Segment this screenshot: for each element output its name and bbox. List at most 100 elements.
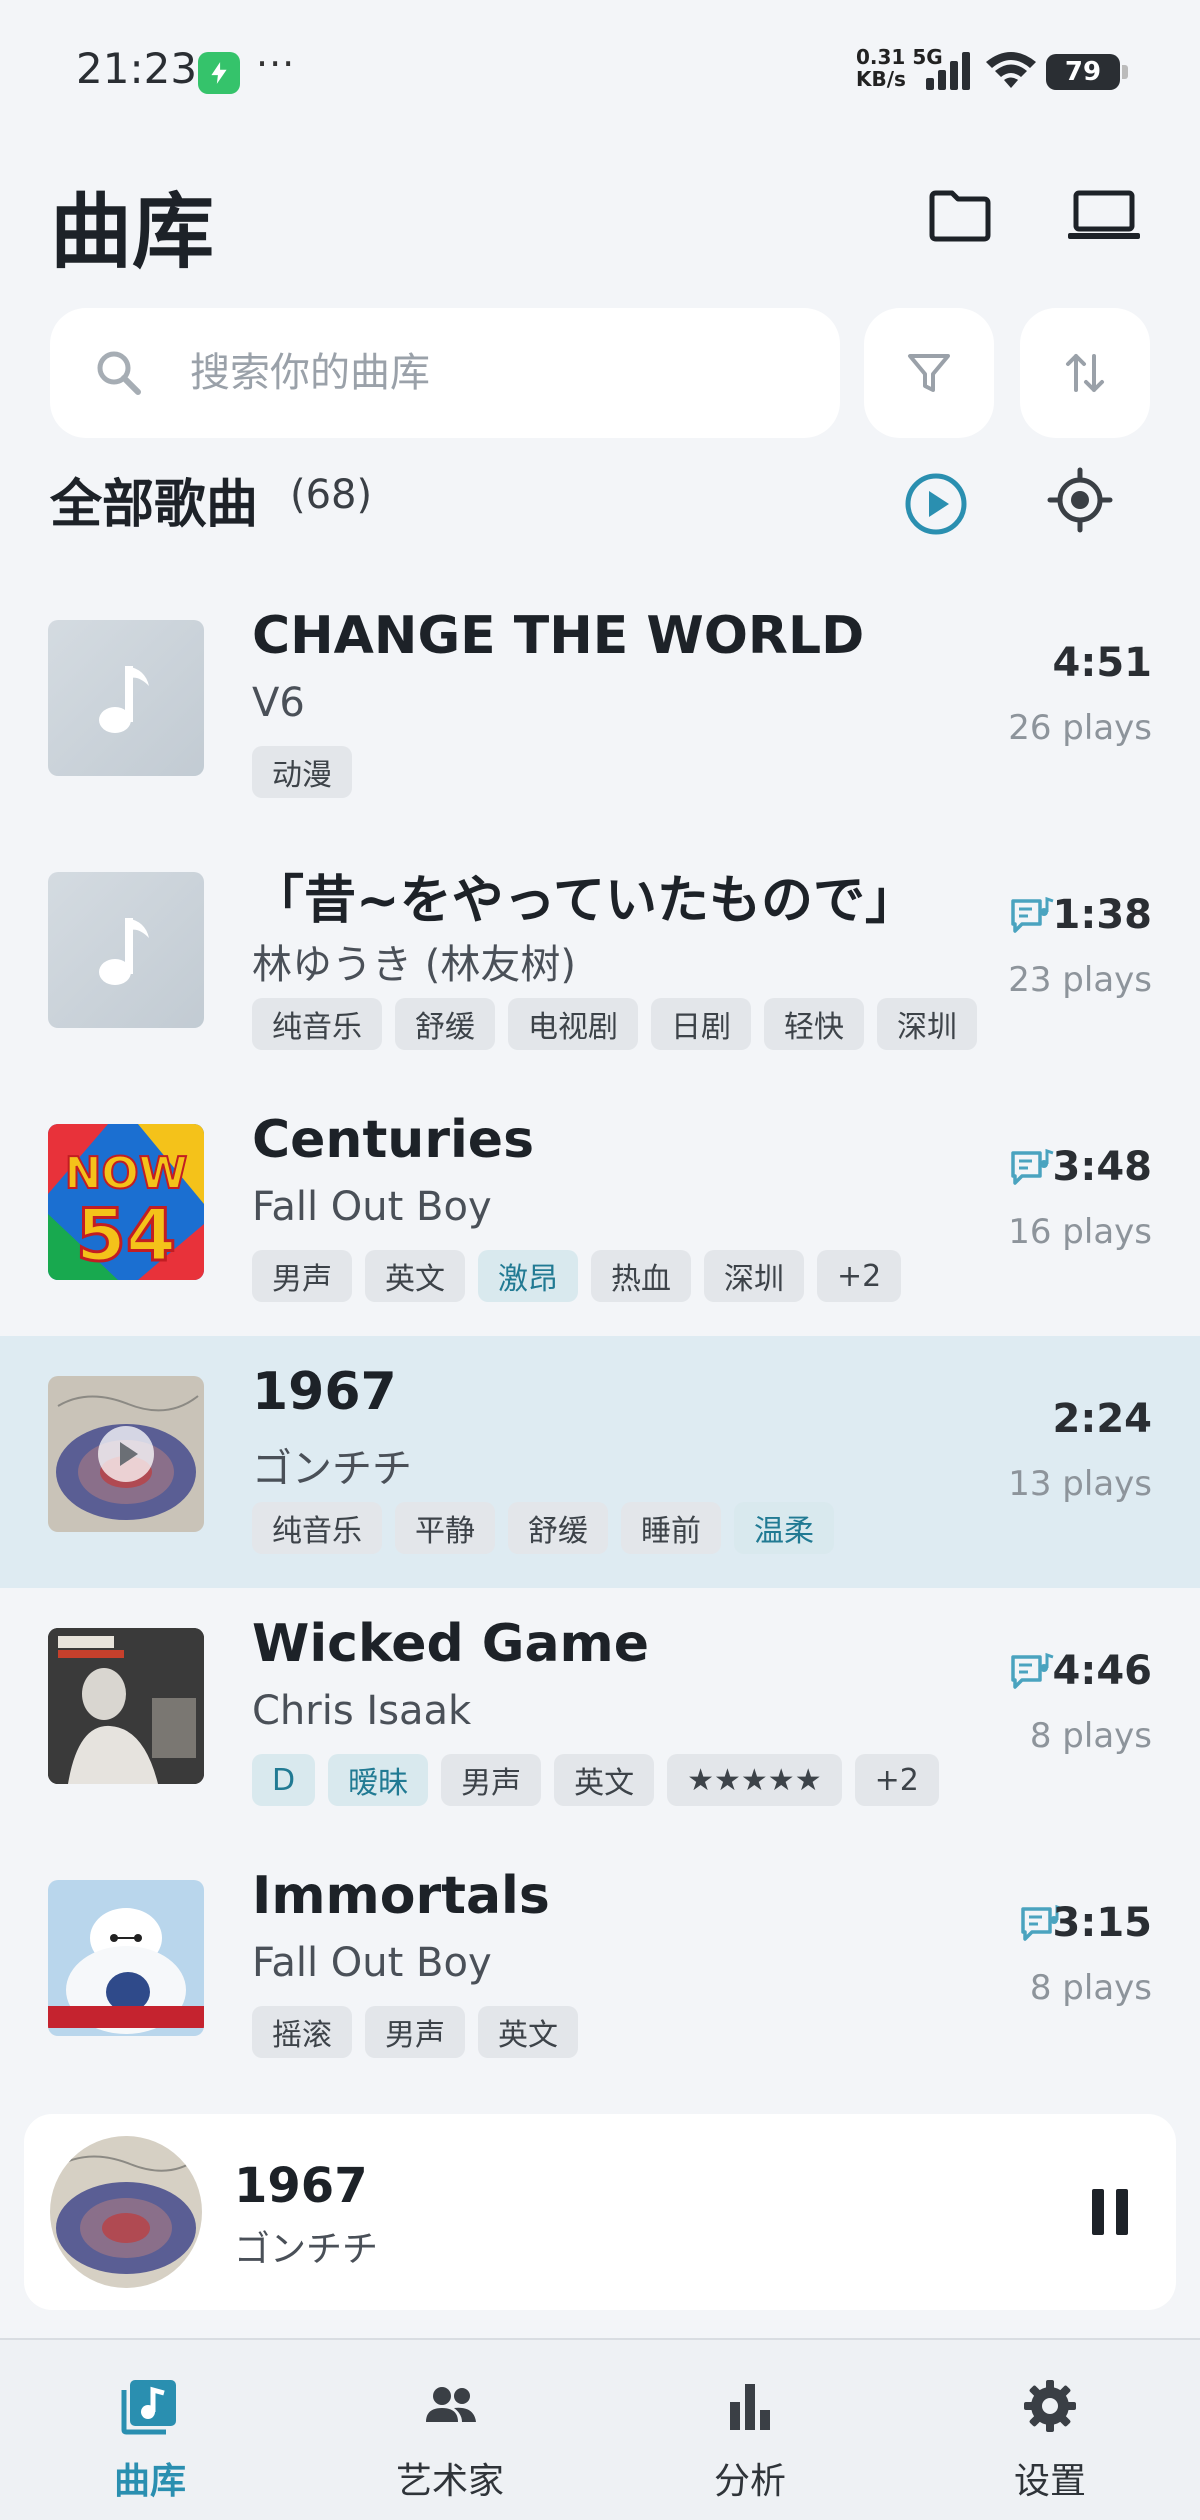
lyrics-icon: [1011, 1148, 1054, 1185]
play-overlay-icon: [98, 1426, 154, 1482]
song-row[interactable]: CHANGE THE WORLD V6 动漫 4:51 26 plays: [0, 580, 1200, 832]
song-title: Wicked Game: [252, 1614, 650, 1674]
song-row[interactable]: NOW 54 Centuries Fall Out Boy 男声 英文 激昂 热…: [0, 1084, 1200, 1336]
tag[interactable]: 英文: [365, 1250, 465, 1302]
section-title: 全部歌曲: [50, 475, 259, 535]
tag[interactable]: 舒缓: [395, 998, 495, 1050]
device-button[interactable]: [1068, 186, 1140, 246]
song-duration: 2:24: [1052, 1396, 1153, 1442]
tag[interactable]: 平静: [395, 1502, 495, 1554]
tag[interactable]: 摇滚: [252, 2006, 352, 2058]
song-row-now-playing[interactable]: 1967 ゴンチチ 纯音乐 平静 舒缓 睡前 温柔 2:24 13 plays: [0, 1336, 1200, 1588]
nav-settings-label: 设置: [1013, 2461, 1086, 2502]
song-count: (68): [290, 472, 373, 518]
song-artist: ゴンチチ: [252, 1446, 412, 1492]
song-list: CHANGE THE WORLD V6 动漫 4:51 26 plays 「昔~…: [0, 580, 1200, 2092]
tag[interactable]: 温柔: [734, 1502, 834, 1554]
nav-settings[interactable]: 设置: [950, 2376, 1150, 2504]
tag-list: 摇滚 男声 英文: [252, 2006, 578, 2058]
tag[interactable]: 动漫: [252, 746, 352, 798]
pause-button[interactable]: [1078, 2180, 1142, 2244]
tag[interactable]: 深圳: [877, 998, 977, 1050]
page-title: 曲库: [50, 185, 215, 280]
tag[interactable]: 男声: [441, 1754, 542, 1806]
locate-current-icon[interactable]: [1046, 466, 1114, 534]
battery-indicator: 79: [1046, 54, 1128, 90]
song-title: 「昔~をやっていたもので」: [252, 871, 917, 931]
lyrics-icon: [1011, 896, 1054, 933]
song-title: Centuries: [252, 1110, 535, 1170]
nav-analytics[interactable]: 分析: [650, 2376, 850, 2504]
tag[interactable]: 日剧: [651, 998, 751, 1050]
lyrics-icon: [1011, 1652, 1054, 1689]
search-box[interactable]: [50, 308, 840, 438]
nav-analytics-label: 分析: [713, 2461, 786, 2502]
tag-list: 纯音乐 平静 舒缓 睡前 温柔: [252, 1502, 834, 1554]
bottom-nav: 曲库 艺术家 分析 设置: [0, 2338, 1200, 2520]
rating-tag[interactable]: ★★★★★: [667, 1754, 842, 1806]
battery-saver-app-icon: [198, 52, 240, 94]
song-duration: 3:15: [1052, 1900, 1153, 1946]
tag[interactable]: 男声: [252, 1250, 352, 1302]
tag[interactable]: 暧昧: [328, 1754, 429, 1806]
sort-button[interactable]: [1020, 308, 1150, 438]
library-icon: [121, 2380, 176, 2435]
play-count: 8 plays: [1029, 1968, 1152, 2008]
tag[interactable]: D: [252, 1754, 316, 1806]
song-artist: V6: [252, 680, 305, 726]
song-artist: Chris Isaak: [252, 1688, 472, 1734]
tag[interactable]: 深圳: [704, 1250, 804, 1302]
svg-text:NOW: NOW: [65, 1148, 188, 1199]
tag[interactable]: 舒缓: [508, 1502, 608, 1554]
tag[interactable]: 纯音乐: [252, 998, 382, 1050]
nav-artists-label: 艺术家: [395, 2461, 504, 2502]
nav-library[interactable]: 曲库: [50, 2376, 250, 2504]
tag[interactable]: 轻快: [764, 998, 864, 1050]
tag-list: D 暧昧 男声 英文 ★★★★★ +2: [252, 1754, 939, 1806]
tag[interactable]: 电视剧: [508, 998, 638, 1050]
tag[interactable]: 纯音乐: [252, 1502, 382, 1554]
play-all-icon[interactable]: [902, 470, 970, 538]
album-cover: [48, 620, 204, 776]
nav-library-label: 曲库: [113, 2461, 186, 2502]
filter-icon: [908, 354, 950, 392]
tag[interactable]: 英文: [478, 2006, 578, 2058]
song-artist: Fall Out Boy: [252, 1184, 492, 1230]
song-artist: 林ゆうき (林友树): [252, 942, 576, 988]
search-input[interactable]: [190, 350, 790, 396]
tag[interactable]: 热血: [591, 1250, 691, 1302]
filter-button[interactable]: [864, 308, 994, 438]
search-icon: [97, 351, 141, 395]
signal-icon: [926, 52, 970, 90]
svg-text:54: 54: [76, 1193, 176, 1277]
tag-list: 动漫: [252, 746, 352, 798]
music-note-icon: [99, 918, 149, 985]
play-count: 16 plays: [1008, 1212, 1152, 1252]
tag[interactable]: 激昂: [478, 1250, 578, 1302]
mini-player[interactable]: 1967 ゴンチチ: [24, 2114, 1176, 2310]
mini-player-cover: [50, 2136, 202, 2288]
song-row[interactable]: Wicked Game Chris Isaak D 暧昧 男声 英文 ★★★★★…: [0, 1588, 1200, 1840]
song-row[interactable]: 「昔~をやっていたもので」 林ゆうき (林友树) 纯音乐 舒缓 电视剧 日剧 轻…: [0, 832, 1200, 1084]
artists-icon: [426, 2387, 476, 2422]
folder-button[interactable]: [924, 186, 996, 246]
tag[interactable]: 睡前: [621, 1502, 721, 1554]
tag[interactable]: 英文: [554, 1754, 655, 1806]
status-time: 21:23: [76, 44, 198, 93]
album-cover: [48, 1376, 204, 1532]
status-bar: 21:23 ··· 0.31 5G KB/s 79: [0, 0, 1200, 140]
tag-overflow[interactable]: +2: [817, 1250, 902, 1302]
song-artist: Fall Out Boy: [252, 1940, 492, 1986]
song-title: 1967: [252, 1362, 397, 1422]
mini-player-artist: ゴンチチ: [234, 2229, 379, 2270]
song-row[interactable]: Immortals Fall Out Boy 摇滚 男声 英文 3:15 8 p…: [0, 1840, 1200, 2092]
tag[interactable]: 男声: [365, 2006, 465, 2058]
play-count: 23 plays: [1008, 960, 1152, 1000]
song-duration: 4:51: [1052, 640, 1153, 686]
play-count: 26 plays: [1008, 708, 1152, 748]
tag-overflow[interactable]: +2: [854, 1754, 939, 1806]
album-cover: [48, 1628, 204, 1784]
song-duration: 1:38: [1052, 892, 1153, 938]
settings-icon: [1024, 2380, 1076, 2432]
nav-artists[interactable]: 艺术家: [350, 2376, 550, 2504]
